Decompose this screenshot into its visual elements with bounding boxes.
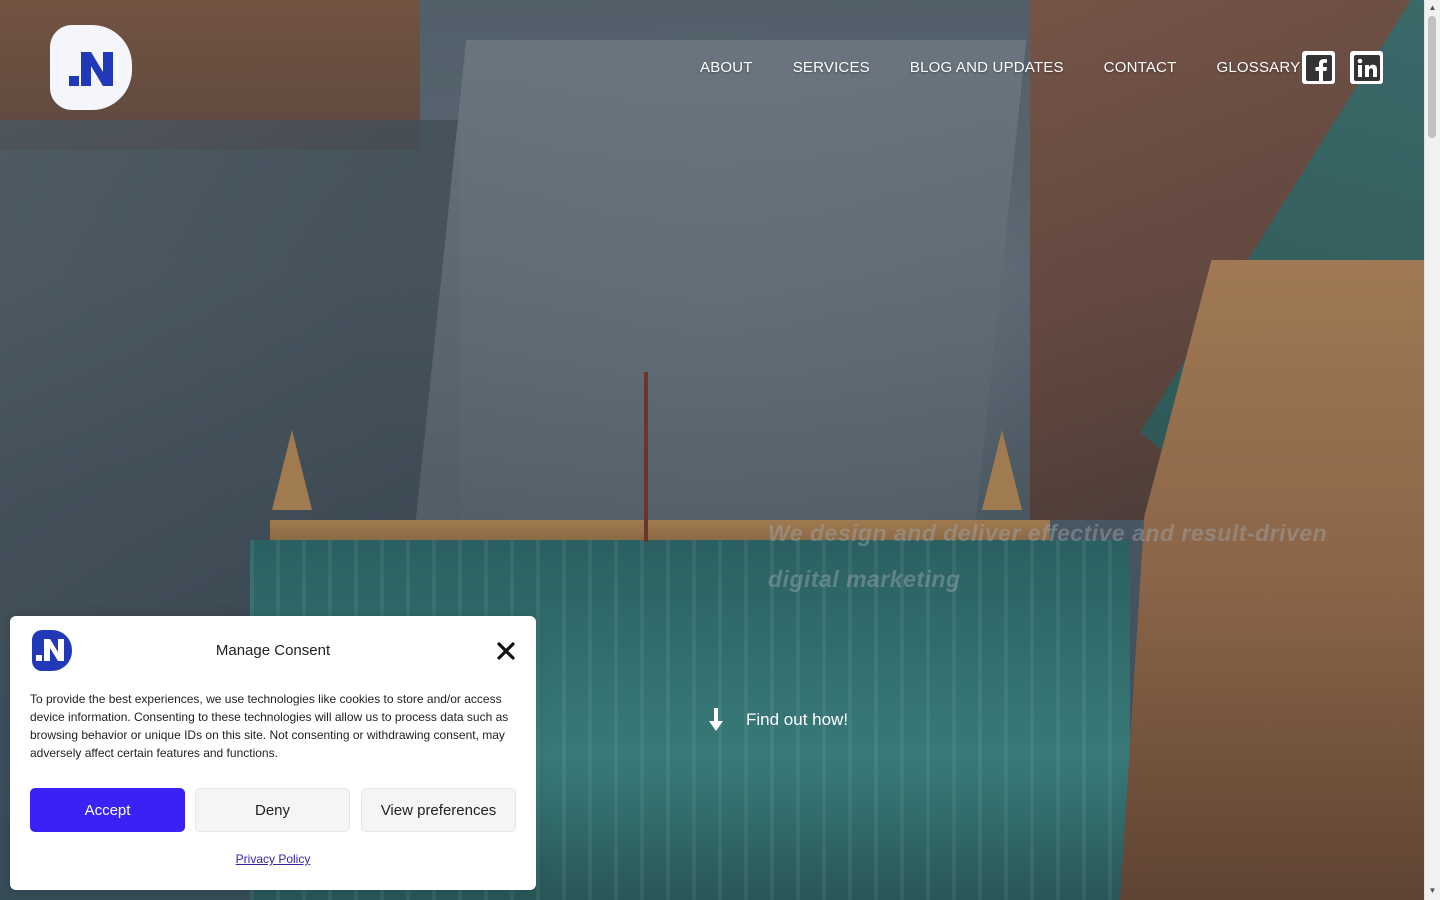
nav-contact[interactable]: CONTACT — [1104, 56, 1177, 80]
logo-mark-icon — [69, 51, 113, 86]
nav-services[interactable]: SERVICES — [793, 56, 870, 80]
deny-button[interactable]: Deny — [195, 788, 350, 832]
scroll-down-icon[interactable]: ▼ — [1428, 886, 1437, 895]
scroll-thumb[interactable] — [1428, 16, 1436, 138]
main-nav: ABOUT SERVICES BLOG AND UPDATES CONTACT … — [700, 56, 1340, 80]
site-logo[interactable] — [50, 25, 132, 110]
facebook-icon[interactable] — [1302, 51, 1335, 84]
accept-button[interactable]: Accept — [30, 788, 185, 832]
cta-label: Find out how! — [746, 710, 849, 729]
consent-text: To provide the best experiences, we use … — [30, 692, 509, 760]
hero-tagline: We design and deliver effective and resu… — [768, 520, 1328, 592]
view-preferences-button[interactable]: View preferences — [361, 788, 516, 832]
nav-glossary[interactable]: GLOSSARY — [1216, 56, 1300, 80]
privacy-policy-link[interactable]: Privacy Policy — [10, 852, 536, 866]
close-icon[interactable] — [496, 641, 516, 661]
page-scrollbar[interactable]: ▲ ▼ — [1424, 0, 1440, 900]
scroll-up-icon[interactable]: ▲ — [1428, 3, 1437, 12]
arrow-down-icon — [709, 708, 723, 731]
nav-about[interactable]: ABOUT — [700, 56, 753, 80]
find-out-how-link[interactable]: Find out how! — [708, 708, 848, 732]
nav-blog[interactable]: BLOG AND UPDATES — [910, 56, 1064, 80]
linkedin-icon[interactable] — [1350, 51, 1383, 84]
consent-dialog: Manage Consent To provide the best exper… — [10, 616, 536, 890]
consent-title: Manage Consent — [215, 642, 331, 659]
